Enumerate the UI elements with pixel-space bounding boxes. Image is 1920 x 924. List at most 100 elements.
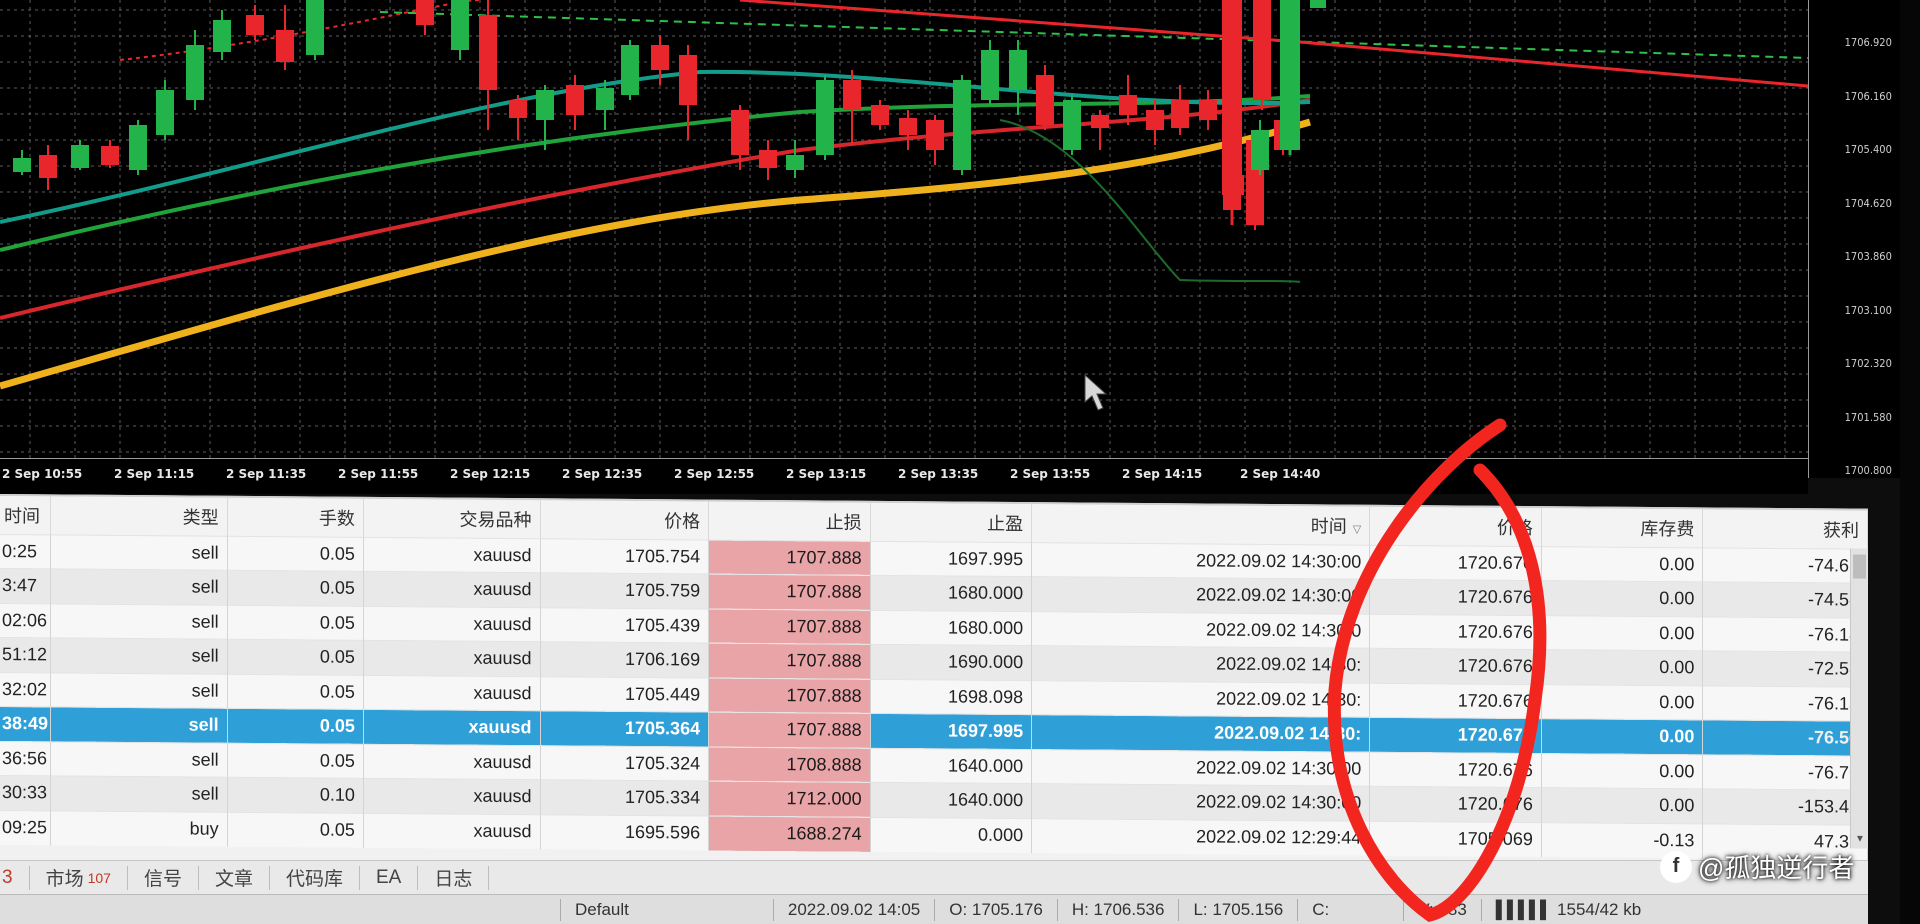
candle-bear bbox=[759, 150, 777, 168]
time-tick-label: 2 Sep 14:40 bbox=[1240, 467, 1321, 481]
col-stop-loss[interactable]: 止损 bbox=[708, 501, 871, 541]
candle-bull bbox=[786, 155, 804, 170]
candle-bear bbox=[731, 110, 749, 155]
price-tick-label: 1706.920 bbox=[1844, 36, 1892, 49]
candle-bull bbox=[156, 90, 174, 135]
price-axis: 1706.920 1706.160 1705.400 1704.620 1703.860… bbox=[1808, 0, 1900, 478]
col-time[interactable]: 时间 ▽ bbox=[1031, 504, 1370, 545]
cell-price: 1705.754 bbox=[540, 538, 709, 575]
cell-profit: -76.76 bbox=[1702, 754, 1868, 791]
cell-symbol: xauusd bbox=[363, 778, 541, 815]
price-tick-label: 1703.860 bbox=[1844, 250, 1892, 263]
price-tick-label: 1700.800 bbox=[1844, 464, 1892, 477]
time-tick-label: 2 Sep 14:15 bbox=[1122, 467, 1203, 481]
candle-bull bbox=[953, 80, 971, 170]
status-bar: Default 2022.09.02 14:05 O: 1705.176 H: … bbox=[0, 894, 1868, 924]
cell-swap: 0.00 bbox=[1541, 546, 1703, 582]
cell-current-price: 1720.676 bbox=[1369, 544, 1542, 581]
cell-current-price: 1720.676 bbox=[1369, 579, 1542, 616]
col-type[interactable]: 类型 bbox=[50, 496, 228, 536]
price-chart[interactable] bbox=[0, 0, 1808, 478]
cell-profit: -76.18 bbox=[1702, 616, 1868, 653]
tab-label: 文章 bbox=[214, 869, 253, 890]
cell-swap: 0.00 bbox=[1541, 718, 1703, 755]
cell-lots: 0.10 bbox=[227, 777, 364, 813]
cell-type: sell bbox=[50, 603, 228, 640]
status-profile[interactable]: Default bbox=[560, 898, 643, 921]
cell-symbol: xauusd bbox=[363, 812, 541, 849]
cell-symbol: xauusd bbox=[363, 571, 541, 608]
col-lots[interactable]: 手数 bbox=[227, 497, 364, 537]
col-time-label: 时间 bbox=[1310, 516, 1347, 537]
cell-open-time: 09:25 bbox=[0, 810, 51, 845]
time-tick-label: 2 Sep 12:55 bbox=[674, 467, 755, 481]
tab-5[interactable]: EA bbox=[360, 865, 419, 890]
col-open-time[interactable]: 时间 bbox=[0, 496, 51, 535]
cell-type: buy bbox=[50, 810, 228, 847]
cell-lots: 0.05 bbox=[227, 742, 364, 779]
candlestick-chart-canvas[interactable] bbox=[0, 0, 1808, 478]
cell-open-time: 3:47 bbox=[0, 568, 51, 604]
scroll-down-icon[interactable]: ▼ bbox=[1855, 834, 1865, 845]
col-price[interactable]: 价格 bbox=[540, 500, 709, 540]
cell-price: 1695.596 bbox=[540, 814, 709, 851]
candle-bull bbox=[816, 80, 834, 155]
tab-label: 信号 bbox=[143, 869, 182, 890]
tab-2[interactable]: 信号 bbox=[128, 865, 199, 890]
col-profit[interactable]: 获利 bbox=[1702, 509, 1868, 549]
col-current-price[interactable]: 价格 bbox=[1369, 506, 1542, 547]
watermark-text: @孤独逆行者 bbox=[1698, 853, 1855, 883]
time-tick-label: 2 Sep 13:15 bbox=[786, 467, 867, 481]
candle-bull bbox=[1009, 50, 1027, 90]
price-tick-label: 1703.100 bbox=[1844, 303, 1892, 317]
cell-take-profit: 1698.098 bbox=[870, 678, 1032, 715]
tab-1[interactable]: 市场 107 bbox=[30, 865, 128, 890]
col-swap[interactable]: 库存费 bbox=[1541, 508, 1703, 548]
ma-green-line bbox=[0, 94, 1311, 252]
tab-4[interactable]: 代码库 bbox=[270, 865, 360, 890]
tab-6[interactable]: 日志 bbox=[418, 865, 490, 890]
tab-label: EA bbox=[376, 866, 402, 888]
cell-swap: 0.00 bbox=[1541, 787, 1703, 824]
time-axis: 2 Sep 10:55 2 Sep 11:15 2 Sep 11:35 2 Sep 1… bbox=[0, 458, 1808, 494]
cell-time: 2022.09.02 14:30: bbox=[1031, 680, 1370, 718]
cell-open-time: 32:02 bbox=[0, 672, 51, 707]
candle-bear bbox=[651, 45, 669, 70]
time-tick-label: 2 Sep 10:55 bbox=[2, 467, 83, 481]
candle-bear bbox=[39, 155, 57, 178]
candle-bear bbox=[566, 85, 584, 115]
cell-stop-loss: 1688.274 bbox=[708, 815, 871, 852]
cell-time: 2022.09.02 14:30:00 bbox=[1031, 749, 1370, 787]
candle-bear bbox=[871, 105, 889, 125]
tab-0[interactable]: 3 bbox=[0, 865, 30, 890]
cell-take-profit: 1640.000 bbox=[870, 782, 1032, 819]
cell-time: 2022.09.02 12:29:44 bbox=[1031, 818, 1370, 856]
tab-3[interactable]: 文章 bbox=[199, 865, 270, 890]
price-tick-label: 1705.400 bbox=[1844, 143, 1892, 156]
candle-bull bbox=[536, 90, 554, 120]
table-scrollbar[interactable]: ▼ bbox=[1850, 548, 1868, 849]
cell-time: 2022.09.02 14:30: bbox=[1031, 645, 1370, 683]
col-take-profit[interactable]: 止盈 bbox=[870, 502, 1032, 543]
tab-label: 代码库 bbox=[285, 869, 343, 890]
candle-bull bbox=[129, 125, 147, 170]
candle-bear bbox=[416, 0, 434, 25]
price-tick-label: 1706.160 bbox=[1844, 89, 1892, 103]
trend-line-red bbox=[739, 0, 1808, 88]
cell-swap: 0.00 bbox=[1541, 615, 1703, 651]
cell-lots: 0.05 bbox=[227, 811, 364, 848]
scrollbar-thumb[interactable] bbox=[1853, 554, 1866, 579]
candle-bull bbox=[13, 158, 31, 172]
cell-stop-loss: 1712.000 bbox=[708, 781, 871, 817]
cell-symbol: xauusd bbox=[363, 709, 541, 746]
cell-type: sell bbox=[50, 534, 228, 571]
cell-open-time: 36:56 bbox=[0, 741, 51, 776]
candle-bear bbox=[509, 100, 527, 118]
candle-bear bbox=[479, 15, 497, 90]
col-symbol[interactable]: 交易品种 bbox=[363, 498, 541, 539]
cell-price: 1705.324 bbox=[540, 745, 709, 782]
cell-price: 1705.759 bbox=[540, 572, 709, 609]
candle-bear bbox=[1146, 110, 1164, 130]
cell-type: sell bbox=[50, 706, 228, 743]
time-tick-label: 2 Sep 13:55 bbox=[1010, 467, 1091, 481]
